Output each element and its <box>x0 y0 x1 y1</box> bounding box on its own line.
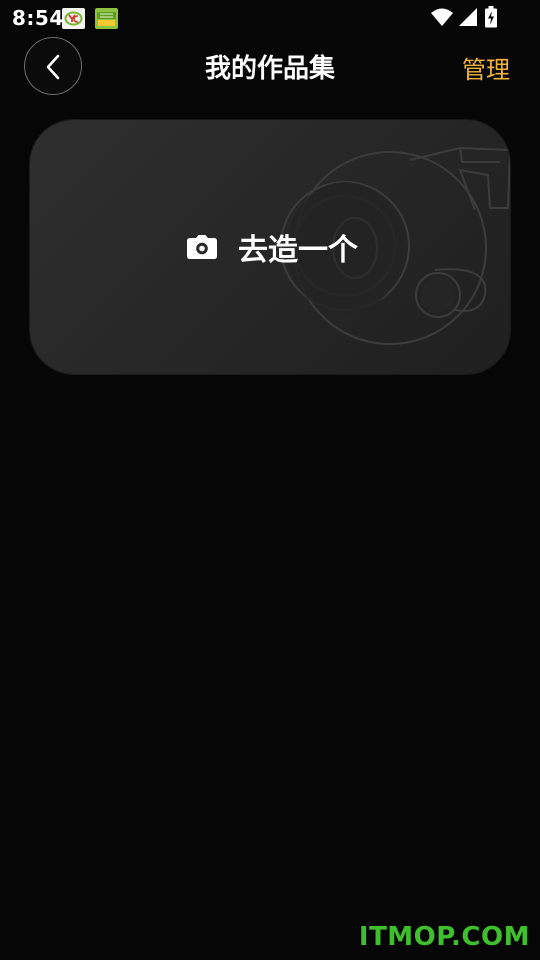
status-time: 8:54 <box>12 6 64 30</box>
watermark: ITMOP.COM <box>358 922 530 952</box>
wifi-icon <box>430 6 454 32</box>
page-title: 我的作品集 <box>204 54 335 84</box>
create-action[interactable]: 去造一个 <box>186 229 358 268</box>
green-app-icon <box>95 8 118 29</box>
yc-app-icon <box>62 8 85 29</box>
signal-icon <box>457 6 479 32</box>
status-bar: 8:54 <box>0 0 540 36</box>
create-label: 去造一个 <box>238 233 358 268</box>
top-nav-bar: 我的作品集 管理 <box>0 36 540 98</box>
create-work-card[interactable]: 去造一个 <box>30 120 510 374</box>
battery-charging-icon <box>484 6 498 32</box>
manage-button[interactable]: 管理 <box>462 50 510 85</box>
camera-icon <box>187 235 217 259</box>
